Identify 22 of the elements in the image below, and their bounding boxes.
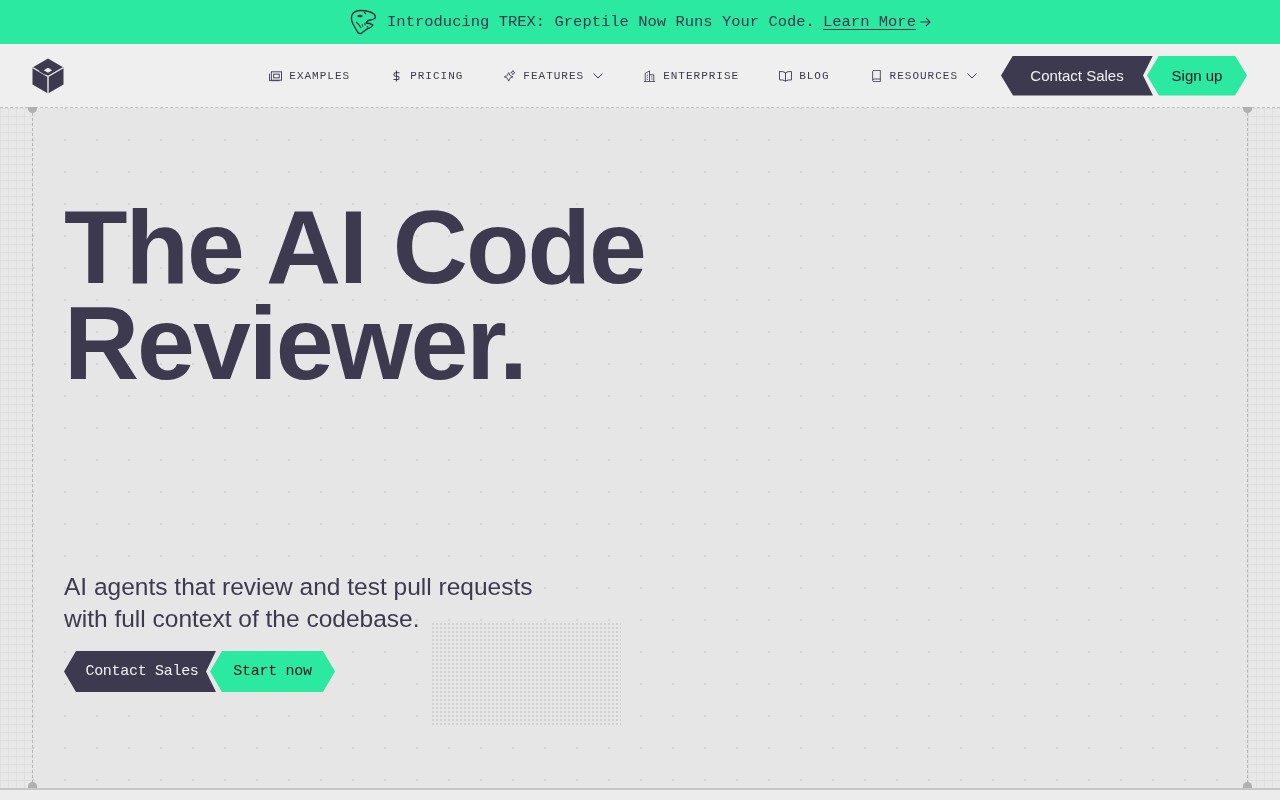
contact-button[interactable]: Contact Sales [64,651,216,692]
nav-link[interactable]: EXAMPLES [269,69,351,82]
learn-more-link[interactable]: Learn More [822,13,916,31]
card-stack-icon [269,69,283,82]
nav-link[interactable]: ENTERPRISE [643,69,740,82]
dinosaur-skull-icon [349,9,378,35]
primary-button[interactable]: Start now [210,651,335,692]
nav-link[interactable]: PRICING [390,69,464,82]
arrow-right-icon [919,17,931,27]
hero-subtitle: AI agents that review and test pull requests with full context of the codebase. [64,572,534,634]
sparkle-icon [503,69,517,82]
contact-button[interactable]: Contact Sales [1001,55,1153,96]
cube-logo-icon[interactable] [32,57,64,94]
hero-heading: The AI Code Reviewer. [64,199,645,391]
open-book-icon [779,69,793,82]
book-icon [869,69,883,82]
announcement-text: Introducing TREX: Greptile Now Runs Your Code. [387,13,815,31]
nav-link[interactable]: RESOURCES [869,69,977,82]
nav-link[interactable]: BLOG [779,69,830,82]
building-icon [643,69,657,82]
primary-button[interactable]: Sign up [1147,55,1247,96]
nav-link[interactable]: FEATURES [503,69,604,82]
